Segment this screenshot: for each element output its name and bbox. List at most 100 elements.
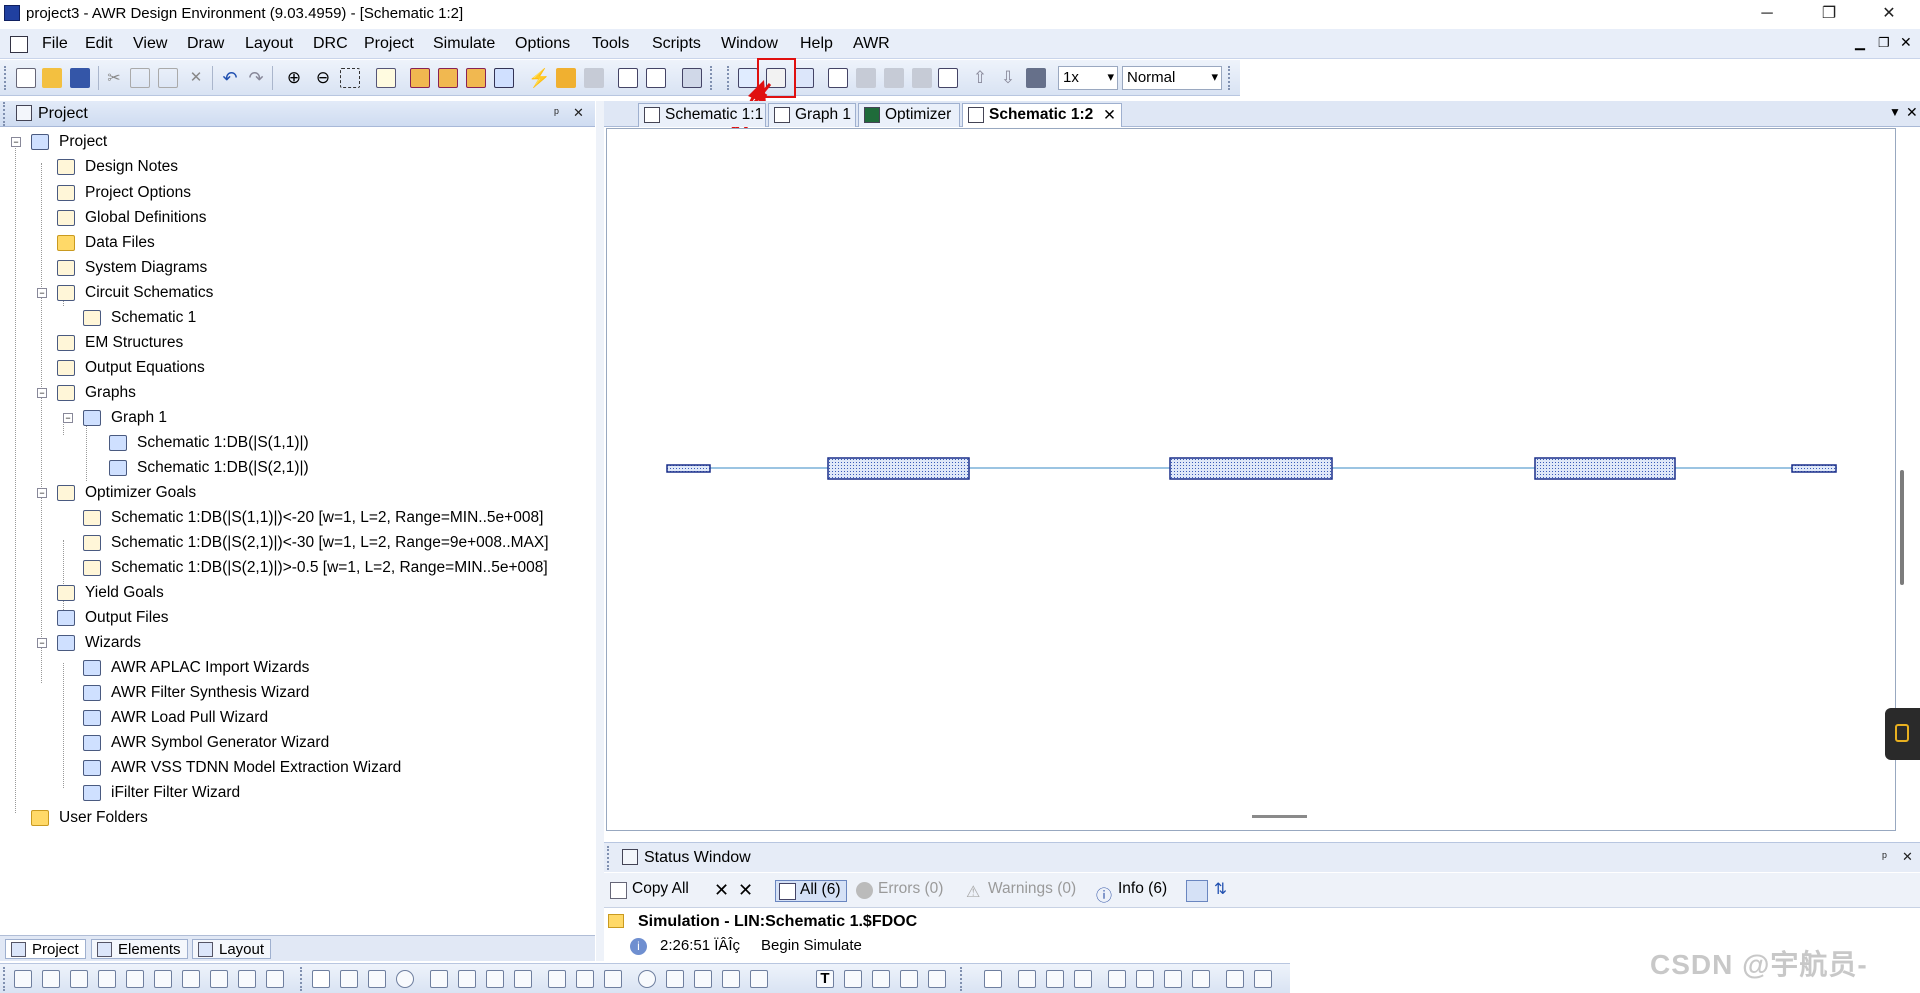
tree-node-schematic-1[interactable]: Schematic 1 [83,309,196,327]
drawing-toolbar-grip[interactable] [3,967,6,991]
mode-select[interactable]: Normal [1122,66,1222,90]
line-segment-1[interactable] [827,457,970,480]
menu-help[interactable]: Help [800,35,833,53]
doc-tab-graph-1[interactable]: Graph 1 [768,103,856,127]
tree-node-measurement-s11[interactable]: Schematic 1:DB(|S(1,1)|) [109,434,309,452]
snap-disabled-icon[interactable] [856,68,876,88]
clear-all-button[interactable]: ✕ [738,880,753,902]
zoom-area-icon[interactable]: ⊕ [284,68,304,88]
check-icon[interactable] [1226,970,1244,988]
close-document-icon[interactable]: ✕ [1906,104,1918,121]
ruler-icon[interactable] [844,970,862,988]
align-middle-icon[interactable] [126,970,144,988]
minimize-button[interactable]: ─ [1744,0,1790,28]
align-top-icon[interactable] [98,970,116,988]
new-schematic-icon[interactable] [376,68,396,88]
drawing-toolbar-grip-2[interactable] [300,967,303,991]
open-folder-icon[interactable] [42,68,62,88]
horizontal-scroll-thumb[interactable] [1252,815,1307,818]
add-ground-icon[interactable] [466,68,486,88]
undo-icon[interactable]: ↶ [220,68,240,88]
edit-graph-icon[interactable] [618,68,638,88]
text-tool-icon[interactable]: T [816,970,834,988]
split-icon[interactable] [576,970,594,988]
doc-tab-schematic-1-2[interactable]: Schematic 1:2 ✕ [962,103,1122,127]
connect-4-icon[interactable] [1192,970,1210,988]
connect-3-icon[interactable] [1164,970,1182,988]
same-height-icon[interactable] [266,970,284,988]
status-grip[interactable] [607,846,610,870]
ellipse-icon[interactable] [396,970,414,988]
add-port-icon[interactable] [438,68,458,88]
tree-node-graph-1[interactable]: − Graph 1 [63,409,167,427]
cell-icon[interactable] [928,970,946,988]
filter-all-button[interactable]: All (6) [775,880,848,902]
menu-simulate[interactable]: Simulate [433,35,495,53]
path-icon[interactable] [368,970,386,988]
move-down-icon[interactable]: ⇩ [998,68,1018,88]
align-right-icon[interactable] [70,970,88,988]
panel-splitter[interactable] [596,101,604,961]
new-file-icon[interactable] [16,68,36,88]
copy-icon[interactable] [130,68,150,88]
anchor-icon[interactable] [750,970,768,988]
paste-icon[interactable] [158,68,178,88]
array-2-icon[interactable] [1046,970,1064,988]
rectangle-icon[interactable] [312,970,330,988]
dimension-2-icon[interactable] [900,970,918,988]
array-3-icon[interactable] [1074,970,1092,988]
line-segment-2[interactable] [1169,457,1333,480]
simulation-group[interactable]: Simulation - LIN:Schematic 1.$FDOC [638,913,917,931]
connect-icon[interactable] [1108,970,1126,988]
dimension-icon[interactable] [872,970,890,988]
vertex-icon[interactable] [666,970,684,988]
offset-icon[interactable] [604,970,622,988]
lock-icon[interactable] [1026,68,1046,88]
tree-node-graphs[interactable]: − Graphs [37,384,136,402]
toolbar-grip-4[interactable] [1228,66,1231,90]
mdi-restore-icon[interactable]: ❐ [1878,35,1890,51]
tree-node-wizard-ifilter[interactable]: iFilter Filter Wizard [83,784,240,802]
tab-elements[interactable]: Elements [91,939,188,959]
redo-icon[interactable]: ↷ [246,68,266,88]
menu-draw[interactable]: Draw [187,35,224,53]
view-all-icon[interactable] [340,68,360,88]
panel-grip[interactable] [3,102,6,126]
edge-icon[interactable] [694,970,712,988]
print-icon[interactable] [828,68,848,88]
menu-awr[interactable]: AWR [853,35,890,53]
analyze-icon[interactable]: ⚡ [528,68,550,88]
tree-node-wizard-vss[interactable]: AWR VSS TDNN Model Extraction Wizard [83,759,401,777]
toolbar-grip[interactable] [4,66,7,90]
schematic-canvas[interactable] [606,128,1896,831]
xor-icon[interactable] [514,970,532,988]
tree-node-system-diagrams[interactable]: System Diagrams [57,259,207,277]
menu-view[interactable]: View [133,35,167,53]
tree-node-em-structures[interactable]: EM Structures [57,334,183,352]
menu-drc[interactable]: DRC [313,35,348,53]
filter-errors-button[interactable]: Errors (0) [856,880,943,902]
mdi-minimize-icon[interactable]: ▁ [1855,35,1865,51]
delete-icon[interactable]: ✕ [186,68,206,88]
sort-icon[interactable]: ⇅ [1214,880,1227,902]
swap-icon[interactable] [938,68,958,88]
mdi-doc-icon[interactable] [10,36,28,53]
doc-tab-optimizer[interactable]: Optimizer [858,103,960,127]
tree-node-wizard-filter[interactable]: AWR Filter Synthesis Wizard [83,684,309,702]
add-element-icon[interactable] [410,68,430,88]
wire-disabled-icon[interactable] [912,68,932,88]
layer-icon[interactable] [984,970,1002,988]
menu-file[interactable]: File [42,35,68,53]
align-disabled-icon[interactable] [884,68,904,88]
merge-icon[interactable] [548,970,566,988]
tab-project[interactable]: Project [5,939,86,959]
cut-icon[interactable]: ✂ [104,68,124,88]
save-icon[interactable] [70,68,90,88]
array-icon[interactable] [1018,970,1036,988]
align-center-icon[interactable] [42,970,60,988]
move-up-icon[interactable]: ⇧ [970,68,990,88]
close-panel-icon[interactable]: ✕ [573,105,584,121]
tree-node-global-definitions[interactable]: Global Definitions [57,209,206,227]
tree-node-yield-goals[interactable]: Yield Goals [57,584,164,602]
menu-layout[interactable]: Layout [245,35,293,53]
